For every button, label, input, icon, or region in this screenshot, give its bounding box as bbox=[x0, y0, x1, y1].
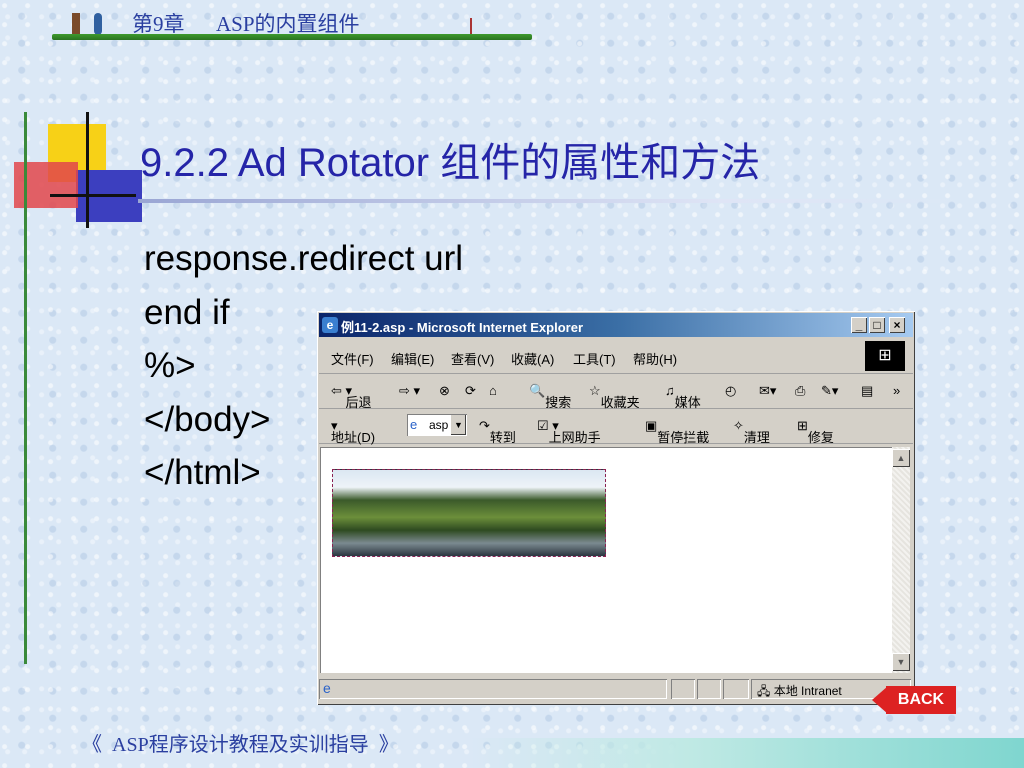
menu-view[interactable]: 查看(V) bbox=[451, 349, 494, 368]
address-bar: 地址(D) ▾ e asp ▼ ↷ 转到 ☑ 上网助手 ▾ ▣ 暂停拦截 ✧ 清理 ⊞… bbox=[319, 409, 913, 445]
status-cell bbox=[319, 679, 667, 699]
browser-window: e 例11-2.asp - Microsoft Internet Explore… bbox=[317, 311, 915, 705]
footer-bar bbox=[470, 738, 1024, 768]
page-content bbox=[320, 447, 892, 673]
vertical-scrollbar[interactable]: ▲ ▼ bbox=[892, 447, 910, 673]
scroll-down-icon[interactable]: ▼ bbox=[892, 653, 910, 671]
more-chevron-icon[interactable]: » bbox=[893, 383, 900, 398]
mail-icon[interactable]: ✉▾ bbox=[759, 383, 776, 399]
title-rule bbox=[138, 199, 972, 203]
status-cell bbox=[697, 679, 721, 699]
print-icon[interactable]: ⎙ bbox=[795, 383, 805, 399]
status-bar: e 🖧 本地 Intranet bbox=[319, 677, 913, 701]
clean-button[interactable]: ✧ 清理 bbox=[733, 418, 770, 445]
figure-icon bbox=[94, 13, 102, 35]
menu-bar: 文件(F) 编辑(E) 查看(V) 收藏(A) 工具(T) 帮助(H) ⊞ bbox=[319, 339, 913, 374]
assistant-button[interactable]: ☑ 上网助手 ▾ bbox=[537, 418, 601, 445]
go-button[interactable]: ↷ 转到 bbox=[479, 418, 516, 445]
repair-button[interactable]: ⊞ 修复 bbox=[797, 418, 834, 445]
figure-icon bbox=[72, 13, 80, 35]
menu-favorites[interactable]: 收藏(A) bbox=[511, 349, 554, 368]
stop-icon[interactable]: ⊗ bbox=[439, 383, 450, 399]
windows-logo-icon: ⊞ bbox=[865, 341, 905, 371]
footer-text: 《 ASP程序设计教程及实训指导 》 bbox=[82, 734, 399, 756]
ad-banner-image[interactable] bbox=[332, 469, 606, 557]
browser-titlebar: e 例11-2.asp - Microsoft Internet Explore… bbox=[319, 313, 913, 337]
home-icon[interactable]: ⌂ bbox=[489, 383, 497, 398]
favorites-button[interactable]: ☆ 收藏夹 bbox=[589, 383, 640, 410]
slide-header: 第9章 ASP的内置组件 bbox=[52, 6, 532, 40]
status-cell bbox=[723, 679, 749, 699]
address-input[interactable]: e asp ▼ bbox=[407, 414, 467, 436]
refresh-icon[interactable]: ⟳ bbox=[465, 383, 476, 399]
scroll-up-icon[interactable]: ▲ bbox=[892, 449, 910, 467]
deco-vertical-bar bbox=[86, 112, 89, 228]
address-dropdown-icon[interactable]: ▼ bbox=[451, 415, 466, 435]
edit-icon[interactable]: ✎▾ bbox=[821, 383, 838, 399]
standard-toolbar: ⇦ 后退 ▾ ⇨ ▾ ⊗ ⟳ ⌂ 🔍 搜索 ☆ 收藏夹 ♫ 媒体 ◴ ✉▾ ⎙ ✎▾ … bbox=[319, 374, 913, 410]
back-nav-button[interactable]: ⇦ 后退 ▾ bbox=[331, 383, 372, 410]
grass-divider bbox=[52, 34, 532, 40]
page-icon: e bbox=[410, 417, 418, 432]
history-icon[interactable]: ◴ bbox=[725, 383, 736, 399]
close-button[interactable]: × bbox=[889, 317, 905, 333]
browser-title: 例11-2.asp - Microsoft Internet Explorer bbox=[341, 320, 584, 335]
address-label: 地址(D) ▾ bbox=[331, 418, 376, 445]
menu-edit[interactable]: 编辑(E) bbox=[391, 349, 434, 368]
menu-help[interactable]: 帮助(H) bbox=[633, 349, 677, 368]
back-button[interactable]: BACK bbox=[872, 686, 958, 714]
minimize-button[interactable]: _ bbox=[851, 317, 867, 333]
deco-horizontal-bar bbox=[50, 194, 136, 197]
back-button-label: BACK bbox=[886, 686, 956, 714]
code-line: response.redirect url bbox=[144, 239, 464, 278]
ie-icon: e bbox=[322, 317, 338, 333]
media-button[interactable]: ♫ 媒体 bbox=[665, 383, 701, 410]
maximize-button[interactable]: □ bbox=[869, 317, 885, 333]
forward-nav-button[interactable]: ⇨ ▾ bbox=[399, 383, 420, 399]
menu-file[interactable]: 文件(F) bbox=[331, 349, 374, 368]
zone-label: 🖧 本地 Intranet bbox=[757, 684, 842, 698]
address-value: asp bbox=[429, 418, 449, 432]
left-green-rule bbox=[24, 112, 27, 664]
popup-blocker-button[interactable]: ▣ 暂停拦截 bbox=[645, 418, 709, 445]
discuss-icon[interactable]: ▤ bbox=[861, 383, 873, 399]
menu-tools[interactable]: 工具(T) bbox=[573, 349, 616, 368]
status-cell bbox=[671, 679, 695, 699]
slide-title: 9.2.2 Ad Rotator 组件的属性和方法 bbox=[140, 141, 761, 185]
search-button[interactable]: 🔍 搜索 bbox=[529, 383, 571, 410]
